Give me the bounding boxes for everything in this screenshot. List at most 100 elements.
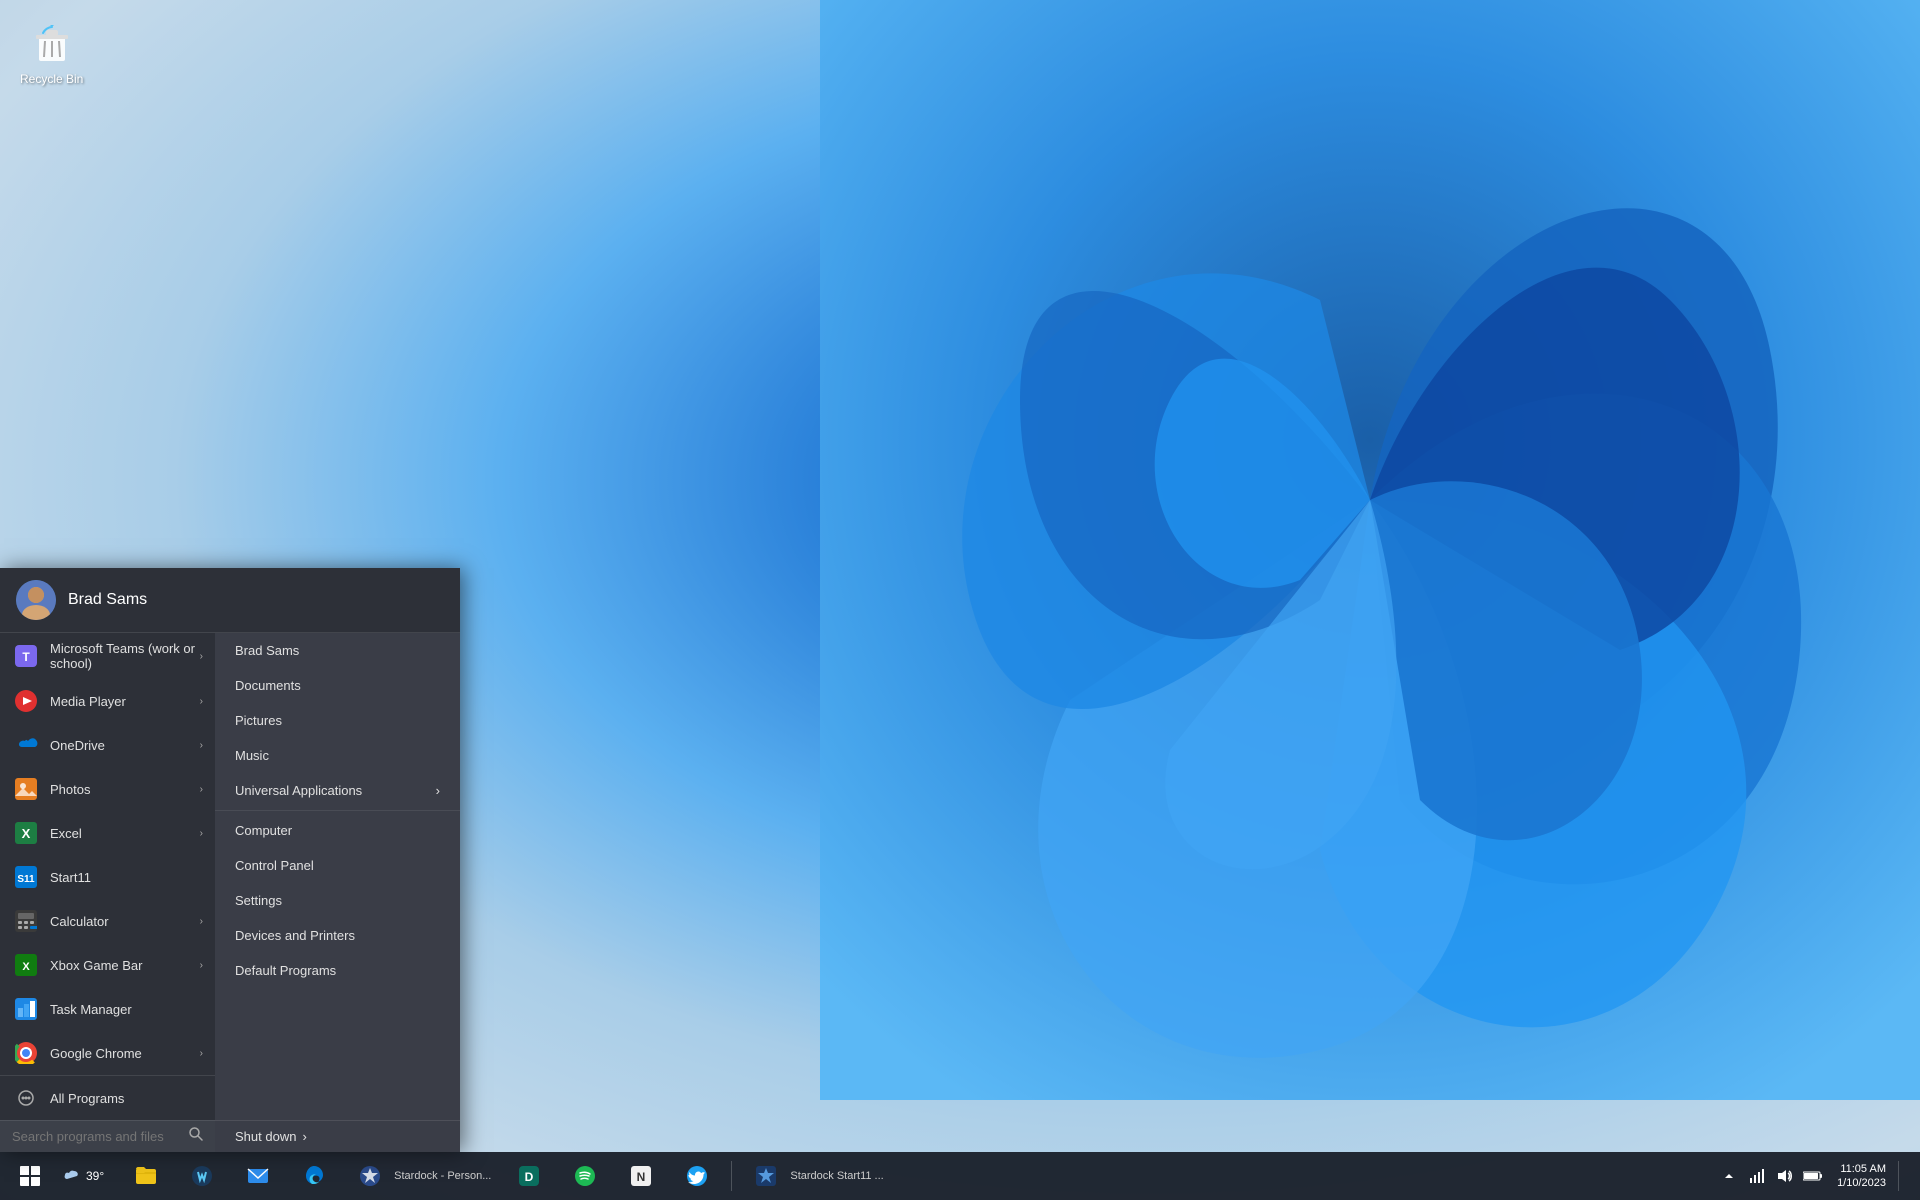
recycle-bin-icon <box>28 20 76 68</box>
clock-date: 1/10/2023 <box>1837 1176 1886 1190</box>
taskbar-file-explorer[interactable] <box>120 1154 172 1198</box>
right-panel-divider-1 <box>215 810 460 811</box>
user-avatar <box>16 580 56 620</box>
chrome-icon <box>12 1039 40 1067</box>
excel-icon: X <box>12 819 40 847</box>
program-arrow-calculator: › <box>200 916 203 927</box>
program-item-teams[interactable]: T Microsoft Teams (work or school) › <box>0 633 215 679</box>
program-item-excel[interactable]: X Excel › <box>0 811 215 855</box>
program-arrow-media: › <box>200 696 203 707</box>
svg-text:X: X <box>22 826 31 841</box>
program-item-onedrive[interactable]: OneDrive › <box>0 723 215 767</box>
program-item-calculator[interactable]: Calculator › <box>0 899 215 943</box>
start11-icon: S11 <box>12 863 40 891</box>
program-label-onedrive: OneDrive <box>50 738 200 753</box>
right-panel-devices-printers-label: Devices and Printers <box>235 928 355 943</box>
program-label-excel: Excel <box>50 826 200 841</box>
taskbar-spotify[interactable] <box>559 1154 611 1198</box>
search-icon[interactable] <box>189 1127 203 1146</box>
right-panel-computer[interactable]: Computer <box>215 813 460 848</box>
stardock-start11-icon <box>748 1158 784 1194</box>
start-button[interactable] <box>8 1158 52 1194</box>
svg-text:D: D <box>525 1170 534 1184</box>
taskbar-tray-area: 11:05 AM 1/10/2023 <box>1717 1160 1912 1193</box>
all-programs-button[interactable]: All Programs <box>0 1075 215 1120</box>
taskbar-dashlane[interactable]: D <box>503 1154 555 1198</box>
start-menu-user-header[interactable]: Brad Sams <box>0 568 460 633</box>
volume-icon[interactable] <box>1773 1164 1797 1188</box>
battery-icon[interactable] <box>1801 1164 1825 1188</box>
desktop: Recycle Bin Brad Sams <box>0 0 1920 1200</box>
right-panel-default-programs[interactable]: Default Programs <box>215 953 460 988</box>
media-player-icon <box>12 687 40 715</box>
tray-expand-icon[interactable] <box>1717 1164 1741 1188</box>
right-panel-brad-sams[interactable]: Brad Sams <box>215 633 460 668</box>
start-search-bar[interactable] <box>0 1120 215 1152</box>
taskbar-programs: Stardock - Person... D <box>112 1154 1717 1198</box>
onedrive-icon <box>12 731 40 759</box>
taskbar-edge[interactable] <box>288 1154 340 1198</box>
program-label-teams: Microsoft Teams (work or school) <box>50 641 200 671</box>
network-icon[interactable] <box>1745 1164 1769 1188</box>
right-panel-default-programs-label: Default Programs <box>235 963 336 978</box>
program-item-start11[interactable]: S11 Start11 <box>0 855 215 899</box>
program-label-calculator: Calculator <box>50 914 200 929</box>
taskbar-stardock-start11[interactable]: Stardock Start11 ... <box>740 1154 891 1198</box>
taskbar-separator <box>731 1161 732 1191</box>
recycle-bin[interactable]: Recycle Bin <box>20 20 83 86</box>
svg-text:X: X <box>22 961 30 973</box>
right-panel-devices-printers[interactable]: Devices and Printers <box>215 918 460 953</box>
program-arrow-chrome: › <box>200 1048 203 1059</box>
search-input[interactable] <box>12 1129 189 1144</box>
program-arrow-photos: › <box>200 784 203 795</box>
user-display-name: Brad Sams <box>68 591 147 609</box>
shutdown-button[interactable]: Shut down › <box>215 1120 460 1152</box>
svg-text:N: N <box>637 1170 646 1184</box>
taskbar-clock[interactable]: 11:05 AM 1/10/2023 <box>1829 1160 1894 1193</box>
weather-temp: 39° <box>86 1169 104 1183</box>
teams-icon: T <box>12 642 40 670</box>
right-panel-computer-label: Computer <box>235 823 292 838</box>
right-panel-music[interactable]: Music <box>215 738 460 773</box>
recycle-bin-label: Recycle Bin <box>20 72 83 86</box>
right-panel-music-label: Music <box>235 748 269 763</box>
all-programs-icon <box>12 1084 40 1112</box>
taskbar-mail[interactable] <box>232 1154 284 1198</box>
program-label-start11: Start11 <box>50 870 203 885</box>
show-desktop-button[interactable] <box>1898 1161 1904 1191</box>
right-panel-control-panel[interactable]: Control Panel <box>215 848 460 883</box>
svg-text:T: T <box>22 650 30 664</box>
right-panel-settings-label: Settings <box>235 893 282 908</box>
right-panel-universal-apps[interactable]: Universal Applications › <box>215 773 460 808</box>
program-label-chrome: Google Chrome <box>50 1046 200 1061</box>
stardock-label: Stardock - Person... <box>394 1170 491 1182</box>
taskbar: 39° <box>0 1152 1920 1200</box>
program-item-media-player[interactable]: Media Player › <box>0 679 215 723</box>
program-arrow-xbox: › <box>200 960 203 971</box>
right-panel-pictures-label: Pictures <box>235 713 282 728</box>
program-item-xbox[interactable]: X Xbox Game Bar › <box>0 943 215 987</box>
all-programs-label: All Programs <box>50 1091 203 1106</box>
right-panel-settings[interactable]: Settings <box>215 883 460 918</box>
universal-apps-arrow-icon: › <box>436 783 440 798</box>
program-item-photos[interactable]: Photos › <box>0 767 215 811</box>
weather-widget[interactable]: 39° <box>56 1163 112 1189</box>
taskbar-notion[interactable]: N <box>615 1154 667 1198</box>
taskbar-system[interactable] <box>176 1154 228 1198</box>
spotify-icon <box>567 1158 603 1194</box>
program-arrow-excel: › <box>200 828 203 839</box>
program-item-chrome[interactable]: Google Chrome › <box>0 1031 215 1075</box>
right-panel-brad-sams-label: Brad Sams <box>235 643 299 658</box>
program-label-media-player: Media Player <box>50 694 200 709</box>
right-panel-pictures[interactable]: Pictures <box>215 703 460 738</box>
program-label-photos: Photos <box>50 782 200 797</box>
notion-icon: N <box>623 1158 659 1194</box>
right-panel-documents[interactable]: Documents <box>215 668 460 703</box>
taskbar-stardock[interactable]: Stardock - Person... <box>344 1154 499 1198</box>
twitter-icon <box>679 1158 715 1194</box>
system-icon <box>184 1158 220 1194</box>
right-panel-control-panel-label: Control Panel <box>235 858 314 873</box>
program-item-task-manager[interactable]: Task Manager <box>0 987 215 1031</box>
right-panel-universal-apps-label: Universal Applications <box>235 783 362 798</box>
taskbar-twitter[interactable] <box>671 1154 723 1198</box>
